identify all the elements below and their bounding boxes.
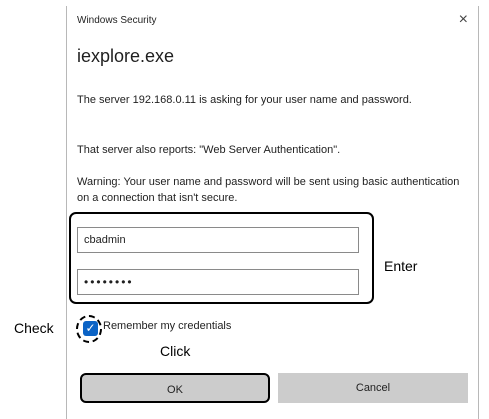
checkmark-icon: ✓ <box>85 321 96 335</box>
remember-credentials-checkbox[interactable]: ✓ <box>83 321 98 336</box>
server-message: The server 192.168.0.11 is asking for yo… <box>77 94 412 106</box>
enter-annotation-label: Enter <box>384 258 418 274</box>
click-annotation-label: Click <box>160 343 191 359</box>
remember-credentials-label[interactable]: Remember my credentials <box>103 320 231 332</box>
close-icon[interactable]: × <box>459 11 468 29</box>
window-title: Windows Security <box>77 15 157 26</box>
enter-callout-box <box>69 212 374 304</box>
top-cropped-text <box>40 0 460 4</box>
cancel-button[interactable]: Cancel <box>278 373 468 403</box>
ok-button[interactable]: OK <box>80 373 270 403</box>
title-bar: Windows Security × <box>67 6 478 36</box>
insecure-warning-message: Warning: Your user name and password wil… <box>77 176 460 204</box>
app-name: iexplore.exe <box>77 46 175 66</box>
check-annotation-label: Check <box>14 320 54 336</box>
server-realm-message: That server also reports: "Web Server Au… <box>77 144 341 156</box>
